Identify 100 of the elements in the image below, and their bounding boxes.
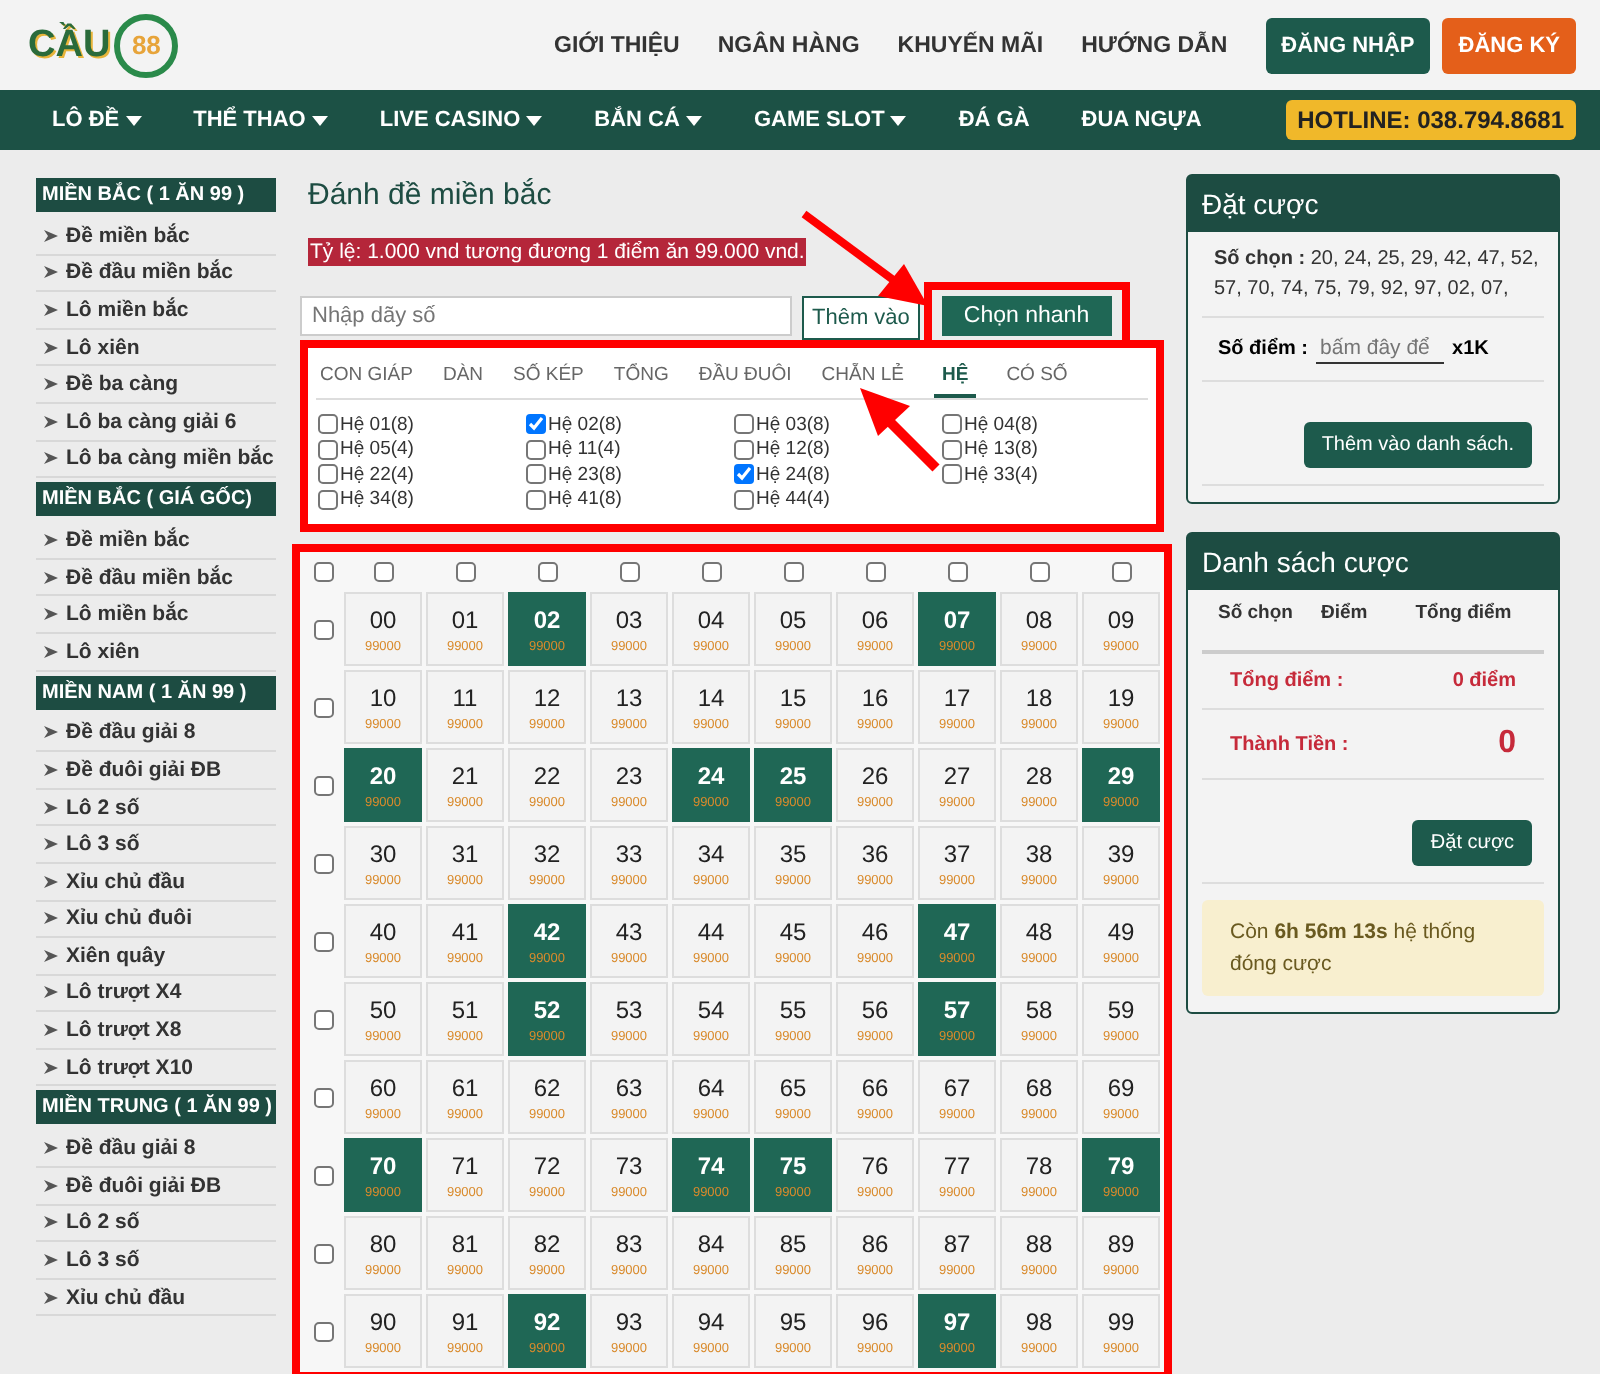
arrowhead-icon — [44, 571, 58, 584]
sidebar-item[interactable]: Đề miền bắc — [36, 522, 276, 560]
column-checkbox[interactable] — [455, 561, 475, 581]
sidebar-item[interactable]: Lô trượt X10 — [36, 1049, 276, 1087]
sidebar-item[interactable]: Lô 2 số — [36, 789, 276, 827]
sidebar-item[interactable]: Xiên quây — [36, 938, 276, 976]
tab[interactable]: SỐ KÉP — [513, 356, 584, 398]
option-label: Hệ 03(8) — [756, 413, 830, 436]
sidebar-item[interactable]: Đề đầu miền bắc — [36, 559, 276, 597]
arrowhead-icon — [44, 303, 58, 316]
checkbox[interactable] — [734, 489, 754, 510]
sidebar-item[interactable]: Đề đuôi giải ĐB — [36, 752, 276, 790]
tab[interactable]: CON GIÁP — [320, 356, 413, 398]
checkbox[interactable] — [526, 464, 546, 485]
header-link[interactable]: GIỚI THIỆU — [554, 33, 680, 57]
column-checkbox[interactable] — [373, 561, 393, 581]
sidebar-item[interactable]: Lô miền bắc — [36, 596, 276, 634]
place-bet-button[interactable]: Đặt cược — [1412, 820, 1532, 866]
column-checkbox[interactable] — [947, 561, 967, 581]
checkbox[interactable] — [734, 464, 754, 485]
sidebar-item[interactable]: Đề miền bắc — [36, 218, 276, 256]
sidebar-item[interactable]: Lô 3 số — [36, 826, 276, 864]
sidebar-item[interactable]: Lô trượt X4 — [36, 975, 276, 1013]
header-link[interactable]: NGÂN HÀNG — [717, 33, 860, 57]
column-checkbox[interactable] — [1111, 561, 1131, 581]
header-link[interactable]: HƯỚNG DẪN — [1081, 33, 1228, 57]
tab[interactable]: ĐẦU ĐUÔI — [698, 356, 792, 398]
checkbox[interactable] — [318, 489, 338, 510]
row-checkbox[interactable] — [314, 1165, 334, 1185]
checkbox[interactable] — [526, 414, 546, 435]
sidebar-item[interactable]: Đề đầu miền bắc — [36, 255, 276, 293]
sidebar-item[interactable]: Lô xiên — [36, 329, 276, 367]
sidebar-item[interactable]: Đề đầu giải 8 — [36, 1130, 276, 1169]
tab[interactable]: HỆ — [933, 356, 977, 398]
caret-icon — [685, 115, 702, 125]
nav-item[interactable]: ĐUA NGỰA — [1081, 108, 1202, 132]
row-checkbox[interactable] — [314, 1243, 334, 1263]
row-checkbox[interactable] — [314, 853, 334, 873]
caret-icon — [526, 115, 543, 125]
number-input[interactable]: Nhập dãy số — [300, 296, 792, 336]
sidebar-item[interactable]: Lô trượt X8 — [36, 1012, 276, 1050]
checkbox[interactable] — [318, 464, 338, 485]
points-input[interactable]: bấm đây để — [1316, 334, 1445, 364]
row-checkbox[interactable] — [314, 775, 334, 795]
row-checkbox[interactable] — [314, 931, 334, 951]
nav-item[interactable]: ĐÁ GÀ — [958, 108, 1030, 132]
nav-item[interactable]: LÔ ĐỀ — [52, 108, 142, 132]
tab[interactable]: TỔNG — [613, 356, 669, 398]
row-checkbox[interactable] — [314, 1087, 334, 1107]
row-checkbox[interactable] — [314, 697, 334, 717]
hotline-badge[interactable]: HOTLINE: 038.794.8681 — [1285, 100, 1576, 140]
points-label: Số điểm : — [1218, 338, 1309, 360]
sidebar-item[interactable]: Lô ba càng miền bắc — [36, 441, 276, 479]
header-button[interactable]: ĐĂNG NHẬP — [1265, 17, 1431, 73]
sidebar-item[interactable]: Đề đầu giải 8 — [36, 715, 276, 753]
nav-item[interactable]: LIVE CASINO — [379, 108, 543, 132]
column-checkbox[interactable] — [537, 561, 557, 581]
checkbox[interactable] — [942, 414, 962, 435]
sidebar-item[interactable]: Xỉu chủ đầu — [36, 1279, 276, 1317]
arrowhead-icon — [44, 875, 58, 888]
sidebar-item[interactable]: Lô xiên — [36, 633, 276, 672]
column-checkbox[interactable] — [701, 561, 721, 581]
add-to-list-button[interactable]: Thêm vào danh sách. — [1303, 422, 1532, 468]
rate-notice: Tỷ lệ: 1.000 vnd tương đương 1 điểm ăn 99.000 vnd. — [308, 238, 807, 266]
checkbox[interactable] — [734, 439, 754, 460]
checkbox[interactable] — [734, 414, 754, 435]
header-link[interactable]: KHUYẾN MÃI — [897, 33, 1044, 57]
checkbox[interactable] — [526, 439, 546, 460]
logo[interactable]: CẦU 88 — [28, 13, 179, 77]
sidebar-item[interactable]: Lô ba càng giải 6 — [36, 403, 276, 442]
tab[interactable]: CÓ SỐ — [1006, 356, 1068, 398]
nav-item[interactable]: BẮN CÁ — [594, 108, 702, 132]
sidebar-item[interactable]: Xỉu chủ đuôi — [36, 901, 276, 939]
tab[interactable]: DÀN — [442, 356, 484, 398]
row-checkbox[interactable] — [314, 619, 334, 639]
column-checkbox[interactable] — [783, 561, 803, 581]
sidebar-item[interactable]: Xỉu chủ đầu — [36, 863, 276, 901]
row-checkbox[interactable] — [314, 1321, 334, 1341]
checkbox[interactable] — [942, 439, 962, 460]
checkbox[interactable] — [526, 489, 546, 510]
header-button[interactable]: ĐĂNG KÝ — [1442, 17, 1576, 73]
sidebar-item[interactable]: Lô 2 số — [36, 1205, 276, 1243]
column-checkbox[interactable] — [314, 561, 334, 581]
column-checkbox[interactable] — [1029, 561, 1049, 581]
quick-pick-button[interactable]: Chọn nhanh — [941, 296, 1112, 336]
row-checkbox[interactable] — [314, 1009, 334, 1029]
tab[interactable]: CHẴN LẺ — [821, 356, 904, 398]
checkbox[interactable] — [942, 464, 962, 485]
column-checkbox[interactable] — [619, 561, 639, 581]
sidebar-item[interactable]: Lô miền bắc — [36, 292, 276, 330]
nav-item[interactable]: THỂ THAO — [193, 108, 328, 132]
column-checkbox[interactable] — [865, 561, 885, 581]
checkbox[interactable] — [318, 439, 338, 460]
total-value: 0 điểm — [1452, 670, 1516, 692]
checkbox[interactable] — [318, 414, 338, 435]
add-button[interactable]: Thêm vào — [802, 296, 920, 340]
sidebar-item[interactable]: Đề đuôi giải ĐB — [36, 1168, 276, 1206]
sidebar-item[interactable]: Lô 3 số — [36, 1242, 276, 1280]
sidebar-item[interactable]: Đề ba càng — [36, 366, 276, 404]
nav-item[interactable]: GAME SLOT — [753, 108, 907, 132]
